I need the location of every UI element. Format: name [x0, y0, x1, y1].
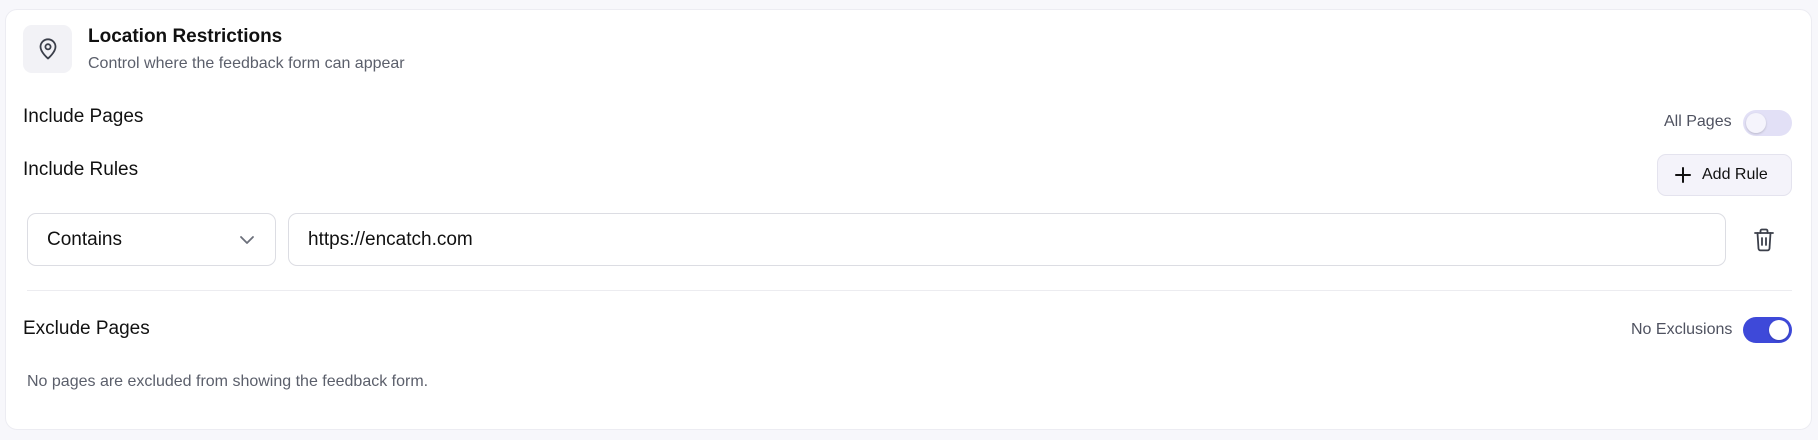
map-pin-icon	[39, 38, 56, 60]
exclusions-empty-message: No pages are excluded from showing the f…	[27, 373, 429, 390]
trash-icon	[1754, 228, 1774, 252]
no-exclusions-label: No Exclusions	[1631, 321, 1733, 338]
rule-operator-value: Contains	[47, 228, 122, 250]
plus-icon	[1674, 166, 1692, 184]
toggle-knob	[1746, 113, 1766, 133]
add-rule-label: Add Rule	[1702, 166, 1768, 183]
all-pages-label: All Pages	[1664, 113, 1732, 130]
add-rule-button[interactable]: Add Rule	[1657, 154, 1792, 196]
rule-url-value: https://encatch.com	[308, 228, 473, 250]
section-title: Location Restrictions	[88, 26, 283, 47]
no-exclusions-toggle[interactable]	[1743, 317, 1792, 343]
rule-url-input[interactable]: https://encatch.com	[288, 213, 1726, 266]
header-icon-box	[23, 25, 72, 73]
delete-rule-button[interactable]	[1748, 224, 1780, 256]
section-divider	[27, 290, 1792, 291]
exclude-pages-label: Exclude Pages	[23, 318, 150, 339]
section-subtitle: Control where the feedback form can appe…	[88, 55, 405, 72]
all-pages-toggle[interactable]	[1743, 110, 1792, 136]
include-pages-label: Include Pages	[23, 106, 144, 127]
chevron-down-icon	[240, 235, 254, 244]
include-rules-label: Include Rules	[23, 159, 139, 180]
toggle-knob	[1769, 320, 1789, 340]
rule-operator-select[interactable]: Contains	[27, 213, 276, 266]
